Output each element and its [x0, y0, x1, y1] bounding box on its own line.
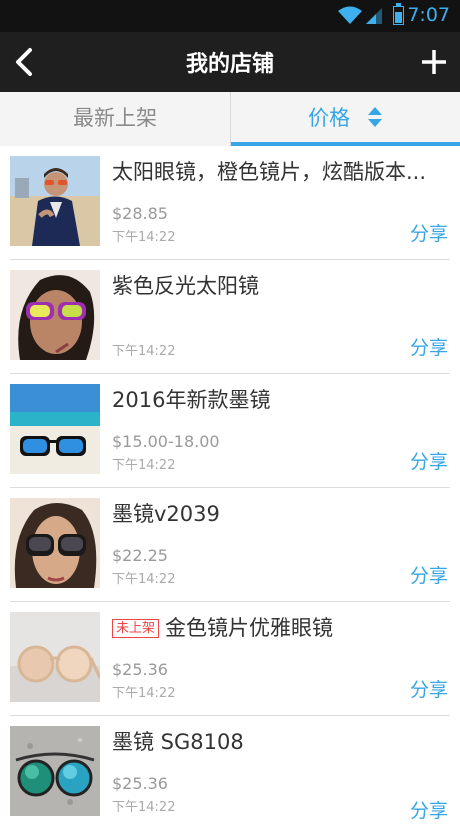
list-item[interactable]: 墨镜v2039 $22.25 下午14:22 分享 [0, 488, 460, 602]
product-name: 太阳眼镜，橙色镜片，炫酷版本... [112, 160, 427, 184]
product-thumbnail [10, 270, 100, 360]
status-time: 7:07 [407, 4, 450, 26]
product-time: 下午14:22 [112, 458, 176, 473]
sort-tabs: 最新上架 价格 [0, 92, 460, 146]
product-name: 墨镜 SG8108 [112, 730, 244, 754]
add-icon[interactable] [414, 42, 454, 82]
product-price: $15.00-18.00 [112, 432, 220, 451]
status-bar: 7:07 [0, 0, 460, 32]
tab-price-label: 价格 [308, 106, 351, 130]
product-list: 太阳眼镜，橙色镜片，炫酷版本... $28.85 下午14:22 分享 紫色反光… [0, 146, 460, 830]
product-time: 下午14:22 [112, 572, 176, 587]
product-thumbnail [10, 612, 100, 702]
product-name: 2016年新款墨镜 [112, 388, 271, 412]
list-item[interactable]: 墨镜 SG8108 $25.36 下午14:22 分享 [0, 716, 460, 830]
navigation-bar: 我的店铺 [0, 32, 460, 92]
tab-price[interactable]: 价格 [230, 92, 460, 146]
product-thumbnail [10, 498, 100, 588]
product-name: 紫色反光太阳镜 [112, 274, 259, 298]
product-time: 下午14:22 [112, 344, 176, 359]
page-title: 我的店铺 [185, 52, 274, 77]
product-thumbnail [10, 156, 100, 246]
tab-newest-label: 最新上架 [73, 106, 157, 130]
tab-newest[interactable]: 最新上架 [0, 92, 230, 146]
share-button[interactable]: 分享 [410, 561, 448, 588]
share-button[interactable]: 分享 [410, 333, 448, 360]
share-button[interactable]: 分享 [410, 219, 448, 246]
product-name: 未上架 金色镜片优雅眼镜 [112, 612, 450, 642]
signal-icon [366, 8, 382, 24]
product-price: $25.36 [112, 660, 168, 679]
list-item[interactable]: 2016年新款墨镜 $15.00-18.00 下午14:22 分享 [0, 374, 460, 488]
product-thumbnail [10, 384, 100, 474]
share-button[interactable]: 分享 [410, 447, 448, 474]
product-price: $22.25 [112, 546, 168, 565]
wifi-icon [338, 6, 362, 24]
product-name: 墨镜v2039 [112, 502, 220, 526]
battery-icon [393, 3, 404, 25]
list-item[interactable]: 紫色反光太阳镜 下午14:22 分享 [0, 260, 460, 374]
share-button[interactable]: 分享 [410, 675, 448, 702]
share-button[interactable]: 分享 [410, 796, 448, 823]
sort-icon [367, 107, 382, 127]
product-price: $28.85 [112, 204, 168, 223]
list-item[interactable]: 未上架 金色镜片优雅眼镜 $25.36 下午14:22 分享 [0, 602, 460, 716]
product-thumbnail [10, 726, 100, 816]
product-time: 下午14:22 [112, 800, 176, 815]
product-price: $25.36 [112, 774, 168, 793]
product-time: 下午14:22 [112, 686, 176, 701]
product-time: 下午14:22 [112, 230, 176, 245]
list-item[interactable]: 太阳眼镜，橙色镜片，炫酷版本... $28.85 下午14:22 分享 [0, 146, 460, 260]
status-badge: 未上架 [112, 619, 160, 638]
